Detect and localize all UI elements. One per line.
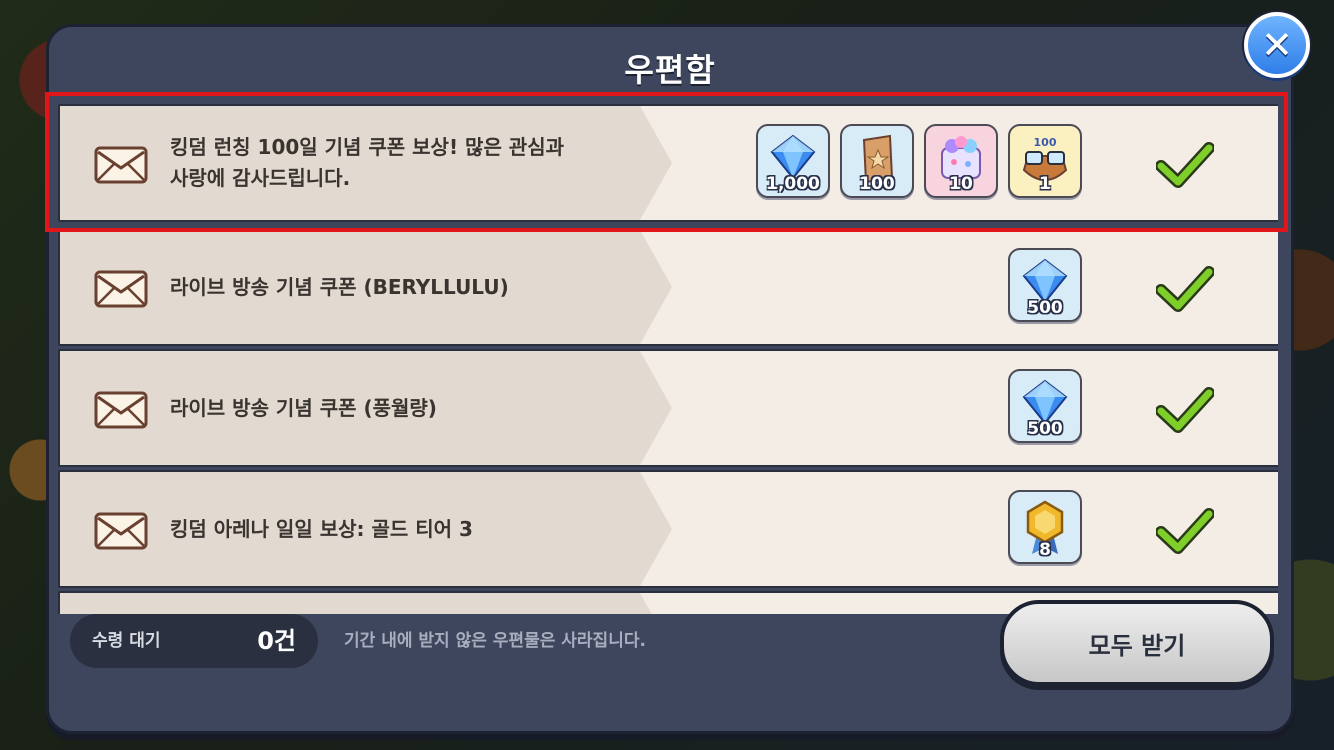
close-x-icon: ✕ <box>1261 23 1293 67</box>
reward-slot: 10 <box>924 124 998 198</box>
envelope-icon <box>94 270 148 308</box>
mailbox-footer: 수령 대기 0건 기간 내에 받지 않은 우편물은 사라집니다. 모두 받기 <box>70 596 1274 692</box>
reward-slot: 100 <box>840 124 914 198</box>
reward-quantity: 500 <box>1027 419 1063 439</box>
reward-slot: 500 <box>1008 248 1082 322</box>
reward-slot: 100 1 <box>1008 124 1082 198</box>
mail-list[interactable]: 킹덤 런칭 100일 기념 쿠폰 보상! 많은 관심과 사랑에 감사드립니다. … <box>58 104 1278 614</box>
envelope-icon <box>94 146 148 184</box>
claim-all-button[interactable]: 모두 받기 <box>1000 600 1274 686</box>
reward-slot: 1,000 <box>756 124 830 198</box>
mail-item-title-line: 사랑에 감사드립니다. <box>170 166 351 190</box>
reward-quantity: 1,000 <box>766 174 820 194</box>
reward-list: 8 <box>1008 490 1082 566</box>
check-icon[interactable] <box>1156 508 1214 554</box>
check-icon[interactable] <box>1156 387 1214 433</box>
mail-item-title-line: 킹덤 런칭 100일 기념 쿠폰 보상! 많은 관심과 <box>170 135 565 159</box>
mail-item[interactable]: 킹덤 아레나 일일 보상: 골드 티어 3 8 <box>58 470 1278 588</box>
reward-quantity: 500 <box>1027 298 1063 318</box>
mail-item-title: 라이브 방송 기념 쿠폰 (BERYLLULU) <box>170 230 650 344</box>
reward-slot: 8 <box>1008 490 1082 564</box>
pending-label: 수령 대기 <box>92 631 161 651</box>
reward-quantity: 100 <box>859 174 895 194</box>
svg-text:100: 100 <box>1034 136 1057 149</box>
mail-item-title-line: 킹덤 아레나 일일 보상: 골드 티어 3 <box>170 516 473 541</box>
check-icon[interactable] <box>1156 142 1214 188</box>
pending-count: 0건 <box>257 627 296 655</box>
expiry-notice: 기간 내에 받지 않은 우편물은 사라집니다. <box>344 631 646 651</box>
mail-item-title-line: 라이브 방송 기념 쿠폰 (풍월량) <box>170 395 437 420</box>
pending-count-pill: 수령 대기 0건 <box>70 614 318 668</box>
reward-list: 500 <box>1008 248 1082 324</box>
mail-item-title: 라이브 방송 기념 쿠폰 (풍월량) <box>170 351 650 465</box>
reward-quantity: 10 <box>949 174 973 194</box>
envelope-icon <box>94 512 148 550</box>
mail-item-title: 킹덤 아레나 일일 보상: 골드 티어 3 <box>170 472 650 586</box>
mail-item-title-line: 라이브 방송 기념 쿠폰 (BERYLLULU) <box>170 274 509 299</box>
mail-item[interactable]: 라이브 방송 기념 쿠폰 (풍월량) 500 <box>58 349 1278 467</box>
mail-item-title: 킹덤 런칭 100일 기념 쿠폰 보상! 많은 관심과 사랑에 감사드립니다. <box>170 106 650 220</box>
mail-item[interactable]: 라이브 방송 기념 쿠폰 (BERYLLULU) 500 <box>58 228 1278 346</box>
envelope-icon <box>94 391 148 429</box>
close-button[interactable]: ✕ <box>1244 12 1310 78</box>
mail-item[interactable]: 킹덤 런칭 100일 기념 쿠폰 보상! 많은 관심과 사랑에 감사드립니다. … <box>58 104 1278 222</box>
reward-quantity: 8 <box>1039 540 1051 560</box>
reward-slot: 500 <box>1008 369 1082 443</box>
modal-title: 우편함 <box>624 51 716 89</box>
reward-list: 1,000 100 10 100 1 <box>756 124 1082 200</box>
check-icon[interactable] <box>1156 266 1214 312</box>
reward-list: 500 <box>1008 369 1082 445</box>
reward-quantity: 1 <box>1039 174 1051 194</box>
